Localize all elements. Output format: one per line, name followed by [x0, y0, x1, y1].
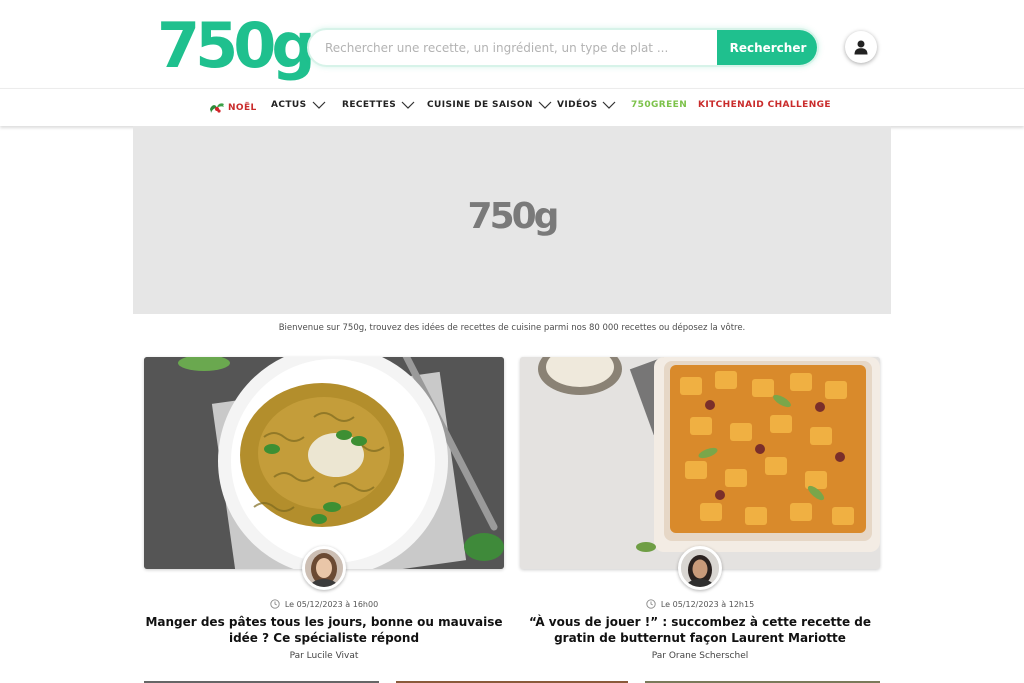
nav-item-videos[interactable]: VIDÉOS: [557, 100, 616, 110]
user-icon: [854, 40, 868, 55]
ad-banner[interactable]: 750g: [133, 126, 891, 314]
nav-item-kitchenaid-challenge[interactable]: KITCHENAID CHALLENGE: [698, 100, 831, 110]
banner-logo: 750g: [467, 196, 560, 237]
nav-label-actus: ACTUS: [271, 100, 307, 110]
article-author: Par Lucile Vivat: [289, 651, 359, 661]
article-date: Le 05/12/2023 à 16h00: [144, 599, 504, 609]
author-avatar[interactable]: [678, 546, 722, 590]
nav-label-kitchenaid-challenge: KITCHENAID CHALLENGE: [698, 100, 831, 110]
nav-label-cuisine-de-saison: CUISINE DE SAISON: [427, 100, 533, 110]
main-nav: NOËL ACTUS RECETTES CUISINE DE SAISON VI…: [0, 88, 1024, 126]
chevron-down-icon: [603, 101, 616, 109]
nav-label-videos: VIDÉOS: [557, 100, 598, 110]
site-header: 750g Rechercher: [0, 0, 1024, 88]
article-date-text: Le 05/12/2023 à 12h15: [660, 599, 755, 609]
nav-label-noel: NOËL: [228, 102, 257, 113]
clock-icon: [270, 599, 280, 609]
welcome-text: Bienvenue sur 750g, trouvez des idées de…: [278, 323, 746, 333]
article-date: Le 05/12/2023 à 12h15: [520, 599, 880, 609]
search-input[interactable]: [309, 30, 719, 65]
search-bar: Rechercher: [307, 28, 819, 67]
chevron-down-icon: [538, 101, 552, 109]
nav-item-actus[interactable]: ACTUS: [271, 100, 326, 110]
chevron-down-icon: [401, 101, 415, 109]
nav-item-noel[interactable]: NOËL: [208, 100, 257, 115]
holly-icon: [210, 103, 224, 113]
article-title[interactable]: “À vous de jouer !” : succombez à cette …: [520, 614, 880, 646]
article-image-pasta[interactable]: [144, 357, 504, 569]
article-title[interactable]: Manger des pâtes tous les jours, bonne o…: [144, 614, 504, 646]
article-date-text: Le 05/12/2023 à 16h00: [284, 599, 379, 609]
nav-item-cuisine-de-saison[interactable]: CUISINE DE SAISON: [427, 100, 552, 110]
account-button[interactable]: [845, 31, 877, 63]
nav-item-recettes[interactable]: RECETTES: [342, 100, 415, 110]
nav-item-750green[interactable]: 750GREEN: [631, 100, 687, 110]
nav-label-recettes: RECETTES: [342, 100, 397, 110]
clock-icon: [646, 599, 656, 609]
nav-label-750green: 750GREEN: [631, 100, 688, 110]
site-logo[interactable]: 750g: [157, 8, 316, 84]
article-author: Par Orane Scherschel: [651, 651, 749, 661]
article-image-gratin[interactable]: [520, 357, 880, 569]
chevron-down-icon: [312, 101, 325, 109]
search-button[interactable]: Rechercher: [717, 30, 817, 65]
author-avatar[interactable]: [302, 546, 346, 590]
